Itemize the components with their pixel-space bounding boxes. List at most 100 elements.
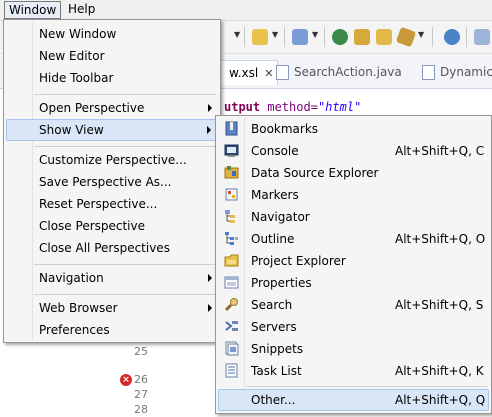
submenu-arrow-icon (207, 126, 211, 134)
open-folder-icon[interactable] (376, 29, 392, 45)
menu-item-outline[interactable]: Outline Alt+Shift+Q, O (218, 228, 489, 250)
tab-label: SearchAction.java (294, 65, 402, 79)
menu-item-label: Navigation (39, 271, 104, 285)
outline-icon (225, 232, 238, 245)
console-icon (224, 144, 239, 157)
error-icon[interactable]: × (120, 374, 132, 386)
toolbar-separator (284, 27, 285, 47)
properties-icon (224, 276, 239, 289)
menu-item-open-perspective[interactable]: Open Perspective (6, 97, 218, 119)
menu-item-label: Save Perspective As... (39, 175, 172, 189)
close-icon[interactable]: ✕ (264, 67, 273, 80)
menu-window[interactable]: Window (4, 1, 62, 19)
bookmarks-icon (225, 121, 238, 136)
menu-item-label: Close All Perspectives (39, 241, 170, 255)
chevron-down-icon[interactable]: ▼ (234, 30, 240, 39)
menu-item-reset-perspective[interactable]: Reset Perspective... (6, 193, 218, 215)
menu-item-label: Preferences (39, 323, 110, 337)
menu-item-preferences[interactable]: Preferences (6, 319, 218, 341)
java-file-icon (276, 65, 289, 80)
submenu-arrow-icon (208, 304, 212, 312)
snippets-icon (225, 341, 239, 356)
line-number: 27 (134, 388, 148, 401)
line-number: 28 (134, 403, 148, 416)
menu-item-label: Open Perspective (39, 101, 145, 115)
toolbar-separator (244, 27, 245, 47)
java-file-icon (422, 65, 435, 80)
menu-item-label: New Editor (39, 49, 105, 63)
menu-item-label: Customize Perspective... (39, 153, 187, 167)
chevron-down-icon[interactable]: ▼ (418, 30, 424, 39)
code-keyword: utput (224, 100, 261, 114)
menu-item-customize-perspective[interactable]: Customize Perspective... (6, 149, 218, 171)
code-equals: = (310, 100, 318, 114)
menu-item-shortcut: Alt+Shift+Q, C (395, 144, 485, 158)
menu-item-label: Show View (39, 123, 104, 137)
toolbar-separator (324, 27, 325, 47)
code-value: "html" (317, 100, 362, 114)
globe-icon[interactable] (444, 29, 460, 45)
menu-item-label: Close Perspective (39, 219, 146, 233)
task-list-icon (225, 363, 238, 378)
menu-item-label: Markers (251, 188, 299, 202)
menu-item-servers[interactable]: Servers (218, 316, 489, 338)
tab-dynamic[interactable]: DynamicLa (420, 60, 492, 84)
menu-item-hide-toolbar[interactable]: Hide Toolbar (6, 67, 218, 89)
open-perspective-icon[interactable] (474, 29, 490, 45)
menu-item-navigator[interactable]: Navigator (218, 206, 489, 228)
menu-item-label: Bookmarks (251, 122, 319, 136)
menu-item-properties[interactable]: Properties (218, 272, 489, 294)
menu-bar: Window Help (0, 0, 492, 21)
menu-separator (34, 146, 216, 147)
servers-icon (225, 321, 238, 331)
menu-separator (246, 386, 487, 387)
search-tool-icon[interactable] (395, 26, 417, 48)
run-icon[interactable] (332, 29, 348, 45)
menu-item-web-browser[interactable]: Web Browser (6, 297, 218, 319)
menu-item-shortcut: Alt+Shift+Q, S (395, 298, 484, 312)
menu-item-label: Web Browser (39, 301, 118, 315)
tab-label: DynamicLa (440, 65, 492, 79)
menu-item-new-editor[interactable]: New Editor (6, 45, 218, 67)
menu-item-close-all-perspectives[interactable]: Close All Perspectives (6, 237, 218, 259)
toolbar-separator (432, 27, 433, 47)
menu-item-console[interactable]: Console Alt+Shift+Q, C (218, 140, 489, 162)
navigator-icon (225, 210, 235, 223)
new-server-icon[interactable] (252, 29, 268, 45)
tab-xsl-file[interactable]: w.xsl ✕ (216, 60, 279, 85)
menu-item-label: Data Source Explorer (251, 166, 379, 180)
menu-item-data-source-explorer[interactable]: Data Source Explorer (218, 162, 489, 184)
project-explorer-icon (224, 254, 239, 267)
menu-item-project-explorer[interactable]: Project Explorer (218, 250, 489, 272)
menu-separator (34, 264, 216, 265)
open-type-icon[interactable] (354, 29, 370, 45)
menu-item-bookmarks[interactable]: Bookmarks (218, 118, 489, 140)
data-source-explorer-icon (224, 166, 239, 179)
code-attribute: method (267, 100, 311, 114)
menu-item-label: Snippets (251, 342, 304, 356)
menu-item-search[interactable]: Search Alt+Shift+Q, S (218, 294, 489, 316)
new-wizard-icon[interactable] (292, 29, 308, 45)
window-menu: New Window New Editor Hide Toolbar Open … (3, 19, 221, 343)
line-number: 25 (134, 345, 148, 358)
menu-item-shortcut: Alt+Shift+Q, K (395, 364, 484, 378)
menu-item-close-perspective[interactable]: Close Perspective (6, 215, 218, 237)
menu-item-show-view[interactable]: Show View (6, 119, 218, 141)
chevron-down-icon[interactable]: ▼ (312, 30, 318, 39)
menu-item-other[interactable]: Other... Alt+Shift+Q, Q (218, 389, 489, 411)
chevron-down-icon[interactable]: ▼ (272, 30, 278, 39)
tab-search-action[interactable]: SearchAction.java (274, 60, 402, 84)
search-icon (224, 298, 238, 312)
menu-separator (34, 294, 216, 295)
menu-item-label: Outline (251, 232, 295, 246)
show-view-submenu: Bookmarks Console Alt+Shift+Q, C Data So… (215, 115, 492, 414)
toolbar-separator (466, 27, 467, 47)
menu-item-markers[interactable]: Markers (218, 184, 489, 206)
code-line[interactable]: utput method="html" (224, 100, 361, 114)
menu-item-new-window[interactable]: New Window (6, 23, 218, 45)
menu-item-snippets[interactable]: Snippets (218, 338, 489, 360)
menu-item-navigation[interactable]: Navigation (6, 267, 218, 289)
menu-help[interactable]: Help (64, 1, 99, 17)
menu-item-save-perspective-as[interactable]: Save Perspective As... (6, 171, 218, 193)
menu-item-task-list[interactable]: Task List Alt+Shift+Q, K (218, 360, 489, 382)
